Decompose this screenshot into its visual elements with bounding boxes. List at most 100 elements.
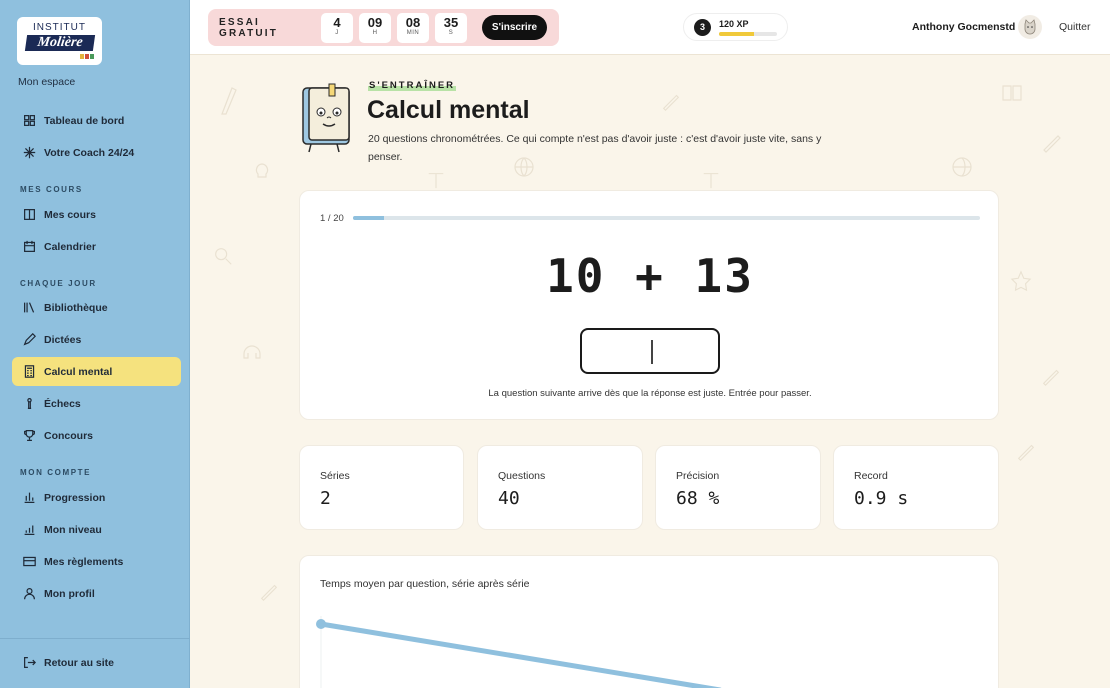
bar-chart-icon (22, 491, 36, 505)
sidebar-item-dictees[interactable]: Dictées (12, 325, 181, 354)
trial-label: ESSAI GRATUIT (219, 16, 279, 39)
section-mes-cours: MES COURS (20, 185, 83, 194)
logout-icon (22, 656, 36, 670)
chess-pawn-icon (22, 397, 36, 411)
answer-input[interactable] (580, 328, 720, 374)
stat-value: 68 % (676, 488, 720, 509)
xp-level-badge: 3 (694, 19, 711, 36)
library-icon (22, 301, 36, 315)
xp-widget[interactable]: 3 120 XP (683, 13, 788, 41)
top-bar: ESSAI GRATUIT 4 J 09 H 08 MIN 35 S S'ins… (190, 0, 1110, 55)
sidebar-item-concours[interactable]: Concours (12, 421, 181, 450)
quit-button[interactable]: Quitter (1059, 21, 1091, 33)
trial-banner: ESSAI GRATUIT 4 J 09 H 08 MIN 35 S S'ins… (208, 9, 559, 46)
sidebar-item-echecs[interactable]: Échecs (12, 389, 181, 418)
logo-name-text: Molière (24, 35, 95, 51)
timer-days-unit: J (335, 29, 339, 36)
sidebar-item-mes-cours[interactable]: Mes cours (12, 200, 181, 229)
mon-espace-label: Mon espace (18, 76, 76, 88)
calendar-icon (22, 240, 36, 254)
sidebar-item-label: Mes cours (44, 208, 96, 221)
sidebar: INSTITUT Molière Mon espace Tableau de b… (0, 0, 190, 688)
sidebar-item-label: Progression (44, 491, 106, 504)
section-mon-compte: MON COMPTE (20, 468, 92, 477)
timer-hours-unit: H (372, 29, 378, 36)
timer-minutes-unit: MIN (406, 29, 420, 36)
credit-card-icon (22, 555, 36, 569)
timer-days: 4 J (321, 12, 353, 43)
section-chaque-jour: CHAQUE JOUR (20, 279, 97, 288)
answer-hint: La question suivante arrive dès que la r… (488, 388, 812, 399)
timer-hours-value: 09 (367, 14, 383, 30)
user-name[interactable]: Anthony Gocmenstd (912, 21, 1015, 33)
sidebar-item-bibliotheque[interactable]: Bibliothèque (12, 293, 181, 322)
stat-label: Précision (676, 470, 720, 482)
timer-days-value: 4 (333, 14, 341, 30)
sidebar-item-retour-au-site[interactable]: Retour au site (12, 648, 181, 677)
sidebar-item-label: Retour au site (44, 656, 115, 669)
sidebar-divider (0, 638, 190, 639)
math-question: 10 + 13 (546, 249, 754, 303)
institut-moliere-logo[interactable]: INSTITUT Molière (17, 17, 102, 65)
stat-label: Record (854, 470, 888, 482)
sidebar-item-label: Concours (44, 429, 94, 442)
cat-avatar-icon (1024, 19, 1036, 35)
sidebar-item-calcul-mental[interactable]: Calcul mental (12, 357, 181, 386)
sidebar-item-label: Mon profil (44, 587, 95, 600)
pencil-icon (22, 333, 36, 347)
stat-label: Séries (320, 470, 350, 482)
sidebar-item-label: Mon niveau (44, 523, 102, 536)
book-mascot-icon (302, 83, 350, 153)
chart-title: Temps moyen par question, série après sé… (320, 578, 530, 590)
sparkle-icon (22, 146, 36, 160)
timer-seconds: 35 S (435, 12, 467, 43)
calculator-icon (22, 365, 36, 379)
stat-card-series: Séries 2 (299, 445, 464, 530)
chart-series-line (318, 621, 722, 688)
timer-hours: 09 H (359, 12, 391, 43)
sidebar-item-progression[interactable]: Progression (12, 483, 181, 512)
stat-card-precision: Précision 68 % (655, 445, 821, 530)
sidebar-item-label: Mes règlements (44, 555, 124, 568)
xp-progress-bar (719, 32, 777, 36)
sidebar-item-label: Calcul mental (44, 365, 113, 378)
xp-progress-fill (719, 32, 754, 36)
stat-value: 40 (498, 488, 520, 509)
stat-value: 0.9 s (854, 488, 909, 509)
sidebar-item-mes-reglements[interactable]: Mes règlements (12, 547, 181, 576)
stat-card-questions: Questions 40 (477, 445, 643, 530)
xp-text: 120 XP (719, 19, 749, 29)
page-title: Calcul mental (367, 96, 530, 124)
chart-point (316, 619, 326, 629)
average-time-chart (316, 616, 722, 688)
timer-minutes: 08 MIN (397, 12, 429, 43)
exercise-progress-fill (353, 216, 385, 220)
stat-card-record: Record 0.9 s (833, 445, 999, 530)
sidebar-item-mon-niveau[interactable]: Mon niveau (12, 515, 181, 544)
timer-seconds-value: 35 (443, 14, 459, 30)
exercise-progress-bar (353, 216, 980, 220)
sidebar-item-label: Bibliothèque (44, 301, 108, 314)
logo-flag-dots (80, 54, 94, 59)
stat-label: Questions (498, 470, 546, 482)
page-kicker: S'ENTRAÎNER (368, 80, 457, 91)
timer-seconds-unit: S (448, 29, 454, 36)
signup-button[interactable]: S'inscrire (482, 15, 547, 40)
trophy-icon (22, 429, 36, 443)
exercise-card: 1 / 20 10 + 13 La question suivante arri… (299, 190, 999, 420)
page-subtitle: 20 questions chronométrées. Ce qui compt… (368, 133, 822, 163)
sidebar-item-calendrier[interactable]: Calendrier (12, 232, 181, 261)
level-icon (22, 523, 36, 537)
question-counter: 1 / 20 (320, 213, 344, 224)
avatar[interactable] (1018, 15, 1042, 39)
sidebar-item-label: Tableau de bord (44, 114, 125, 127)
text-caret (651, 340, 653, 364)
dashboard-icon (22, 114, 36, 128)
sidebar-item-tableau-de-bord[interactable]: Tableau de bord (12, 106, 181, 135)
book-icon (22, 208, 36, 222)
logo-top-text: INSTITUT (33, 22, 86, 33)
sidebar-item-coach[interactable]: Votre Coach 24/24 (12, 138, 181, 167)
sidebar-item-label: Échecs (44, 397, 81, 410)
stat-value: 2 (320, 488, 331, 509)
sidebar-item-mon-profil[interactable]: Mon profil (12, 579, 181, 608)
